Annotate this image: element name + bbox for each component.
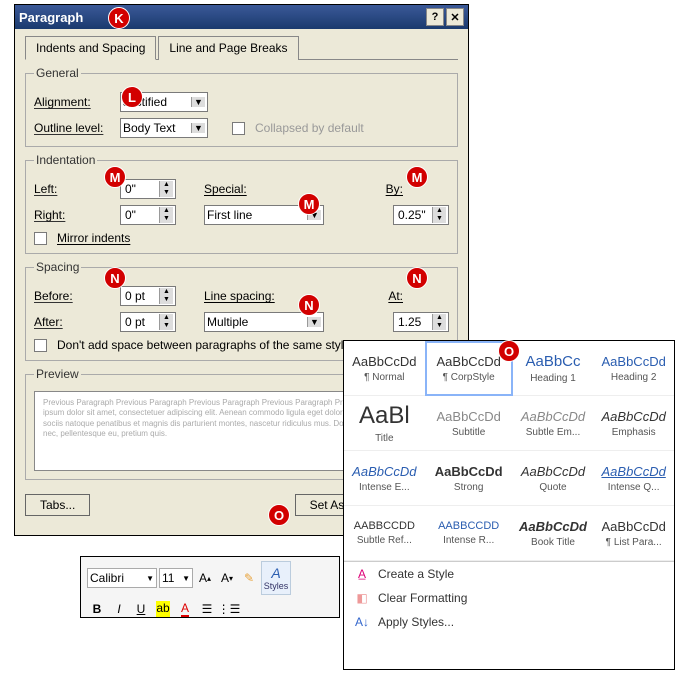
- clear-formatting-item[interactable]: ◧Clear Formatting: [344, 586, 674, 610]
- right-spinner[interactable]: 0"▲▼: [120, 205, 176, 225]
- noadd-checkbox[interactable]: [34, 339, 47, 352]
- dialog-tabs: Indents and Spacing Line and Page Breaks: [25, 35, 458, 60]
- marker-n: N: [104, 267, 126, 289]
- grow-font-button[interactable]: A▴: [195, 568, 215, 588]
- font-select[interactable]: Calibri▼: [87, 568, 157, 588]
- shrink-font-button[interactable]: A▾: [217, 568, 237, 588]
- marker-m2: M: [298, 193, 320, 215]
- noadd-label: Don't add space between paragraphs of th…: [57, 338, 350, 352]
- bullets-button[interactable]: ☰: [197, 599, 217, 619]
- highlight-button[interactable]: ab: [153, 599, 173, 619]
- styles-gallery: AaBbCcDd¶ NormalAaBbCcDd¶ CorpStyleAaBbC…: [343, 340, 675, 670]
- preview-legend: Preview: [34, 367, 81, 381]
- special-label: Special:: [204, 182, 247, 196]
- marker-m: M: [104, 166, 126, 188]
- mirror-label: Mirror indents: [57, 231, 130, 245]
- chevron-down-icon: ▼: [191, 123, 205, 133]
- outline-select[interactable]: Body Text ▼: [120, 118, 208, 138]
- at-spinner[interactable]: 1.25▲▼: [393, 312, 449, 332]
- underline-button[interactable]: U: [131, 599, 151, 619]
- create-style-icon: A̲: [354, 567, 370, 581]
- chevron-down-icon: ▼: [307, 317, 321, 327]
- italic-button[interactable]: I: [109, 599, 129, 619]
- right-label: Right:: [34, 208, 114, 222]
- mirror-checkbox[interactable]: [34, 232, 47, 245]
- font-color-button[interactable]: A: [175, 599, 195, 619]
- alignment-label: Alignment:: [34, 95, 114, 109]
- marker-o: O: [268, 504, 290, 526]
- style-cell[interactable]: AaBbCcDd¶ List Para...: [593, 506, 674, 561]
- tabs-button[interactable]: Tabs...: [25, 494, 90, 516]
- style-cell[interactable]: AaBbCcDdHeading 2: [593, 341, 674, 396]
- apply-styles-icon: A↓: [354, 615, 370, 629]
- style-cell[interactable]: AaBbCcDdQuote: [513, 451, 594, 506]
- line-value: Multiple: [207, 315, 248, 329]
- before-spinner[interactable]: 0 pt▲▼: [120, 286, 176, 306]
- chevron-down-icon: ▼: [191, 97, 205, 107]
- style-cell[interactable]: AaBbCcDdIntense Q...: [593, 451, 674, 506]
- marker-o2: O: [498, 340, 520, 362]
- marker-n2: N: [298, 294, 320, 316]
- create-style-item[interactable]: A̲Create a Style: [344, 562, 674, 586]
- indentation-legend: Indentation: [34, 153, 97, 167]
- marker-m3: M: [406, 166, 428, 188]
- style-cell[interactable]: AaBbCcDdBook Title: [513, 506, 594, 561]
- style-cell[interactable]: AaBbCcDdIntense E...: [344, 451, 425, 506]
- eraser-icon: ◧: [354, 591, 370, 605]
- outline-value: Body Text: [123, 121, 175, 135]
- collapsed-label: Collapsed by default: [255, 121, 364, 135]
- tab-line-page-breaks[interactable]: Line and Page Breaks: [158, 36, 298, 60]
- by-spinner[interactable]: 0.25"▲▼: [393, 205, 449, 225]
- left-label: Left:: [34, 182, 114, 196]
- style-cell[interactable]: AaBbCcDdSubtle Em...: [513, 396, 594, 451]
- apply-styles-item[interactable]: A↓Apply Styles...: [344, 610, 674, 634]
- help-button[interactable]: ?: [426, 8, 444, 26]
- bold-button[interactable]: B: [87, 599, 107, 619]
- close-button[interactable]: ✕: [446, 8, 464, 26]
- special-value: First line: [207, 208, 252, 222]
- marker-k: K: [108, 7, 130, 29]
- style-cell[interactable]: AaBbCcDdStrong: [425, 451, 513, 506]
- tab-indents-spacing[interactable]: Indents and Spacing: [25, 36, 156, 60]
- left-spinner[interactable]: 0"▲▼: [120, 179, 176, 199]
- style-cell[interactable]: AaBbCcDdSubtitle: [425, 396, 513, 451]
- collapsed-checkbox: [232, 122, 245, 135]
- after-spinner[interactable]: 0 pt▲▼: [120, 312, 176, 332]
- at-label: At:: [388, 289, 403, 303]
- general-group: General Alignment: Justified ▼ Outline l…: [25, 66, 458, 147]
- line-label: Line spacing:: [204, 289, 275, 303]
- dialog-title: Paragraph: [19, 10, 83, 25]
- indentation-group: Indentation Left: 0"▲▼ Special: By: Righ…: [25, 153, 458, 254]
- outline-label: Outline level:: [34, 121, 114, 135]
- style-cell[interactable]: AaBlTitle: [344, 396, 425, 451]
- marker-l: L: [121, 86, 143, 108]
- style-cell[interactable]: AaBbCcDdEmphasis: [593, 396, 674, 451]
- title-bar: Paragraph ? ✕: [15, 5, 468, 29]
- size-select[interactable]: 11▼: [159, 568, 193, 588]
- font-toolbar: Calibri▼ 11▼ A▴ A▾ ✎ A Styles B I U ab A…: [80, 556, 340, 618]
- general-legend: General: [34, 66, 81, 80]
- style-cell[interactable]: AABBCCDDSubtle Ref...: [344, 506, 425, 561]
- after-label: After:: [34, 315, 114, 329]
- style-cell[interactable]: AaBbCcHeading 1: [513, 341, 594, 396]
- style-cell[interactable]: AaBbCcDd¶ Normal: [344, 341, 425, 396]
- before-label: Before:: [34, 289, 114, 303]
- style-cell[interactable]: AABBCCDDIntense R...: [425, 506, 513, 561]
- spacing-legend: Spacing: [34, 260, 81, 274]
- marker-n3: N: [406, 267, 428, 289]
- by-label: By:: [386, 182, 403, 196]
- format-painter-icon[interactable]: ✎: [239, 568, 259, 588]
- styles-button[interactable]: A Styles: [261, 561, 291, 595]
- numbering-button[interactable]: ⋮☰: [219, 599, 239, 619]
